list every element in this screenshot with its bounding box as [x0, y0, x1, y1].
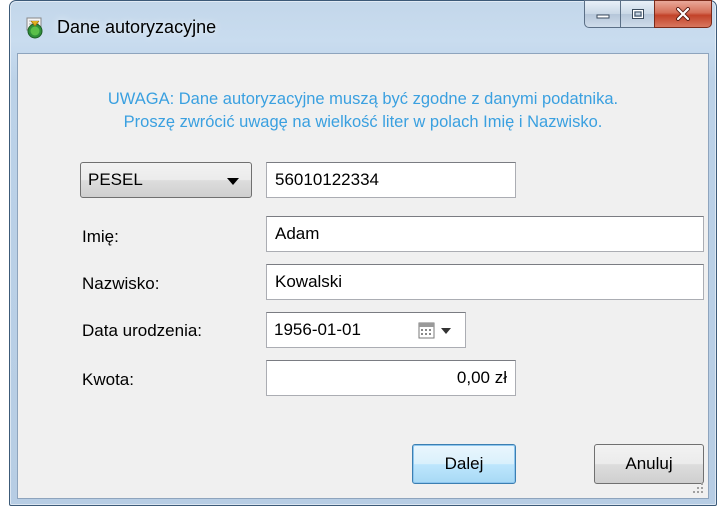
last-name-field[interactable]: Kowalski: [266, 264, 704, 300]
maximize-icon: [631, 9, 644, 19]
id-type-select[interactable]: PESEL: [80, 162, 252, 198]
dialog-window: Dane autoryzacyjne UWAGA: Dane autoryzac…: [9, 0, 717, 506]
id-type-value: PESEL: [88, 170, 143, 189]
warning-message: UWAGA: Dane autoryzacyjne muszą być zgod…: [18, 88, 708, 134]
last-name-label: Nazwisko:: [82, 274, 160, 293]
calendar-icon: [418, 322, 435, 339]
minimize-button[interactable]: [584, 0, 620, 28]
tax-app-icon: [26, 17, 43, 39]
cancel-button[interactable]: Anuluj: [594, 444, 704, 484]
caption-buttons: [584, 0, 712, 30]
close-icon: [676, 7, 690, 21]
close-button[interactable]: [654, 0, 712, 28]
birth-date-value: 1956-01-01: [274, 320, 361, 339]
resize-grip-icon[interactable]: [692, 482, 704, 494]
birth-date-picker[interactable]: 1956-01-01: [266, 312, 466, 348]
warning-line-1: UWAGA: Dane autoryzacyjne muszą być zgod…: [107, 90, 619, 108]
chevron-down-icon: [441, 328, 451, 334]
first-name-field[interactable]: Adam: [266, 216, 704, 252]
window-title: Dane autoryzacyjne: [57, 17, 217, 37]
next-button[interactable]: Dalej: [412, 444, 516, 484]
warning-line-2: Proszę zwrócić uwagę na wielkość liter w…: [123, 113, 603, 131]
amount-label: Kwota:: [82, 370, 134, 389]
first-name-label: Imię:: [82, 227, 119, 246]
dialog-content: UWAGA: Dane autoryzacyjne muszą być zgod…: [17, 53, 709, 499]
birth-date-label: Data urodzenia:: [82, 321, 203, 340]
amount-field[interactable]: 0,00 zł: [266, 360, 516, 396]
chevron-down-icon: [227, 178, 239, 185]
title-bar[interactable]: Dane autoryzacyjne: [10, 0, 716, 53]
id-number-field[interactable]: 56010122334: [266, 162, 516, 198]
minimize-icon: [596, 14, 609, 19]
maximize-button[interactable]: [620, 0, 654, 28]
